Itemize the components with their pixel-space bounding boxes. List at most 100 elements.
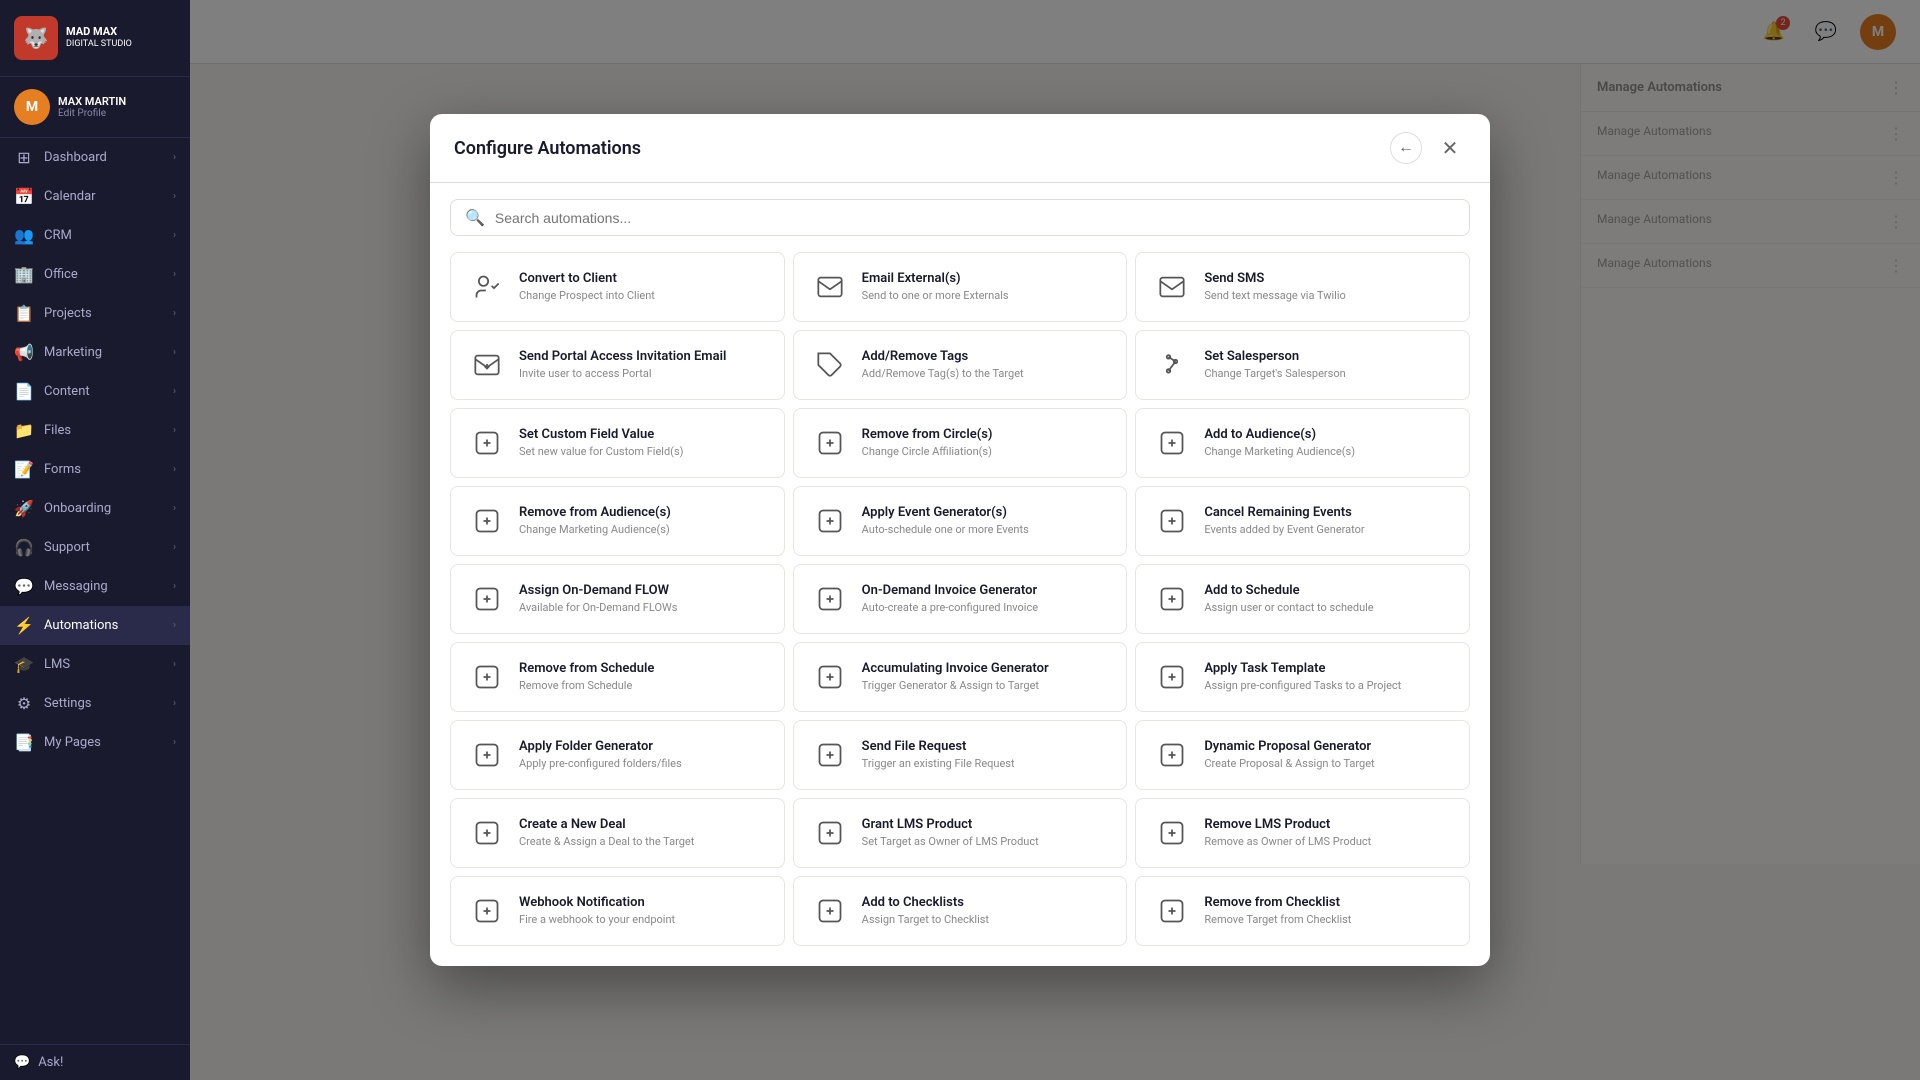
logo-icon: 🐺 [14, 16, 58, 60]
automation-title: Set Custom Field Value [519, 427, 768, 442]
automation-title: Assign On-Demand FLOW [519, 583, 768, 598]
settings-icon: ⚙ [14, 694, 34, 713]
automation-title: Add to Schedule [1204, 583, 1453, 598]
automation-item-convert-to-client[interactable]: Convert to Client Change Prospect into C… [450, 252, 785, 322]
automation-item-apply-folder-generator[interactable]: Apply Folder Generator Apply pre-configu… [450, 720, 785, 790]
automation-item-on-demand-invoice-generator[interactable]: On-Demand Invoice Generator Auto-create … [793, 564, 1128, 634]
automation-desc: Auto-schedule one or more Events [862, 523, 1111, 537]
automation-item-email-externals[interactable]: Email External(s) Send to one or more Ex… [793, 252, 1128, 322]
automation-title: Email External(s) [862, 271, 1111, 286]
sidebar-item-forms[interactable]: 📝Forms › [0, 450, 190, 489]
automation-desc: Change Circle Affiliation(s) [862, 445, 1111, 459]
automation-icon-email-externals [810, 267, 850, 307]
sidebar-item-label: My Pages [44, 735, 101, 750]
automation-item-create-new-deal[interactable]: Create a New Deal Create & Assign a Deal… [450, 798, 785, 868]
automation-title: Send Portal Access Invitation Email [519, 349, 768, 364]
automation-item-cancel-remaining-events[interactable]: Cancel Remaining Events Events added by … [1135, 486, 1470, 556]
sidebar-item-onboarding[interactable]: 🚀Onboarding › [0, 489, 190, 528]
automation-desc: Trigger an existing File Request [862, 757, 1111, 771]
automation-item-add-to-checklists[interactable]: Add to Checklists Assign Target to Check… [793, 876, 1128, 946]
automation-item-apply-task-template[interactable]: Apply Task Template Assign pre-configure… [1135, 642, 1470, 712]
sidebar-item-calendar[interactable]: 📅Calendar › [0, 177, 190, 216]
sidebar-item-label: Messaging [44, 579, 108, 594]
automation-item-remove-lms-product[interactable]: Remove LMS Product Remove as Owner of LM… [1135, 798, 1470, 868]
automation-icon-add-remove-tags [810, 345, 850, 385]
chevron-right-icon: › [173, 347, 176, 358]
sidebar-item-files[interactable]: 📁Files › [0, 411, 190, 450]
sidebar-item-crm[interactable]: 👥CRM › [0, 216, 190, 255]
automation-item-remove-from-schedule[interactable]: Remove from Schedule Remove from Schedul… [450, 642, 785, 712]
automation-item-assign-on-demand-flow[interactable]: Assign On-Demand FLOW Available for On-D… [450, 564, 785, 634]
automation-item-send-file-request[interactable]: Send File Request Trigger an existing Fi… [793, 720, 1128, 790]
automation-item-dynamic-proposal-generator[interactable]: Dynamic Proposal Generator Create Propos… [1135, 720, 1470, 790]
sidebar-item-office[interactable]: 🏢Office › [0, 255, 190, 294]
sidebar-item-dashboard[interactable]: ⊞Dashboard › [0, 138, 190, 177]
files-icon: 📁 [14, 421, 34, 440]
sidebar-item-lms[interactable]: 🎓LMS › [0, 645, 190, 684]
automation-title: Send File Request [862, 739, 1111, 754]
automation-desc: Create & Assign a Deal to the Target [519, 835, 768, 849]
chevron-right-icon: › [173, 269, 176, 280]
automation-desc: Remove from Schedule [519, 679, 768, 693]
automation-desc: Remove Target from Checklist [1204, 913, 1453, 927]
automation-item-remove-from-checklist[interactable]: Remove from Checklist Remove Target from… [1135, 876, 1470, 946]
sidebar-item-label: Automations [44, 618, 118, 633]
edit-profile-link[interactable]: Edit Profile [58, 108, 176, 119]
automation-item-apply-event-generator[interactable]: Apply Event Generator(s) Auto-schedule o… [793, 486, 1128, 556]
modal-header-controls: ← ✕ [1390, 132, 1466, 164]
close-button[interactable]: ✕ [1434, 132, 1466, 164]
automation-desc: Change Target's Salesperson [1204, 367, 1453, 381]
sidebar-item-messaging[interactable]: 💬Messaging › [0, 567, 190, 606]
automation-item-remove-from-circles[interactable]: Remove from Circle(s) Change Circle Affi… [793, 408, 1128, 478]
sidebar-item-content[interactable]: 📄Content › [0, 372, 190, 411]
automation-icon-grant-lms-product [810, 813, 850, 853]
sidebar-item-support[interactable]: 🎧Support › [0, 528, 190, 567]
automation-item-webhook-notification[interactable]: Webhook Notification Fire a webhook to y… [450, 876, 785, 946]
automation-item-remove-from-audiences[interactable]: Remove from Audience(s) Change Marketing… [450, 486, 785, 556]
back-button[interactable]: ← [1390, 132, 1422, 164]
chevron-right-icon: › [173, 503, 176, 514]
content-icon: 📄 [14, 382, 34, 401]
sidebar-item-settings[interactable]: ⚙Settings › [0, 684, 190, 723]
ask-icon: 💬 [14, 1055, 30, 1070]
automation-item-add-to-schedule[interactable]: Add to Schedule Assign user or contact t… [1135, 564, 1470, 634]
sidebar-item-projects[interactable]: 📋Projects › [0, 294, 190, 333]
automation-icon-webhook-notification [467, 891, 507, 931]
sidebar-item-my-pages[interactable]: 📑My Pages › [0, 723, 190, 762]
automation-title: Remove LMS Product [1204, 817, 1453, 832]
sidebar-item-label: Marketing [44, 345, 102, 360]
automation-item-accumulating-invoice-generator[interactable]: Accumulating Invoice Generator Trigger G… [793, 642, 1128, 712]
automation-title: Remove from Circle(s) [862, 427, 1111, 442]
search-input[interactable] [495, 210, 1455, 226]
sidebar-item-label: Dashboard [44, 150, 107, 165]
automation-icon-add-to-checklists [810, 891, 850, 931]
automation-title: Remove from Schedule [519, 661, 768, 676]
sidebar-item-automations[interactable]: ⚡Automations › [0, 606, 190, 645]
user-profile-area[interactable]: M MAX MARTIN Edit Profile [0, 77, 190, 138]
automation-desc: Set Target as Owner of LMS Product [862, 835, 1111, 849]
automation-item-grant-lms-product[interactable]: Grant LMS Product Set Target as Owner of… [793, 798, 1128, 868]
automation-item-send-sms[interactable]: Send SMS Send text message via Twilio [1135, 252, 1470, 322]
modal-title: Configure Automations [454, 138, 641, 159]
automation-desc: Set new value for Custom Field(s) [519, 445, 768, 459]
support-icon: 🎧 [14, 538, 34, 557]
automation-item-set-custom-field[interactable]: Set Custom Field Value Set new value for… [450, 408, 785, 478]
lms-icon: 🎓 [14, 655, 34, 674]
automation-title: Convert to Client [519, 271, 768, 286]
automation-item-send-portal-access[interactable]: Send Portal Access Invitation Email Invi… [450, 330, 785, 400]
automation-icon-apply-folder-generator [467, 735, 507, 775]
automation-item-add-remove-tags[interactable]: Add/Remove Tags Add/Remove Tag(s) to the… [793, 330, 1128, 400]
automation-item-set-salesperson[interactable]: Set Salesperson Change Target's Salesper… [1135, 330, 1470, 400]
crm-icon: 👥 [14, 226, 34, 245]
automation-item-add-to-audiences[interactable]: Add to Audience(s) Change Marketing Audi… [1135, 408, 1470, 478]
automation-grid: Convert to Client Change Prospect into C… [450, 252, 1470, 946]
chevron-right-icon: › [173, 542, 176, 553]
user-name: MAX MARTIN [58, 95, 176, 108]
automation-desc: Change Marketing Audience(s) [1204, 445, 1453, 459]
automation-desc: Send text message via Twilio [1204, 289, 1453, 303]
avatar: M [14, 89, 50, 125]
automation-icon-remove-from-checklist [1152, 891, 1192, 931]
automation-desc: Change Marketing Audience(s) [519, 523, 768, 537]
ask-button[interactable]: 💬 Ask! [14, 1055, 176, 1070]
sidebar-item-marketing[interactable]: 📢Marketing › [0, 333, 190, 372]
